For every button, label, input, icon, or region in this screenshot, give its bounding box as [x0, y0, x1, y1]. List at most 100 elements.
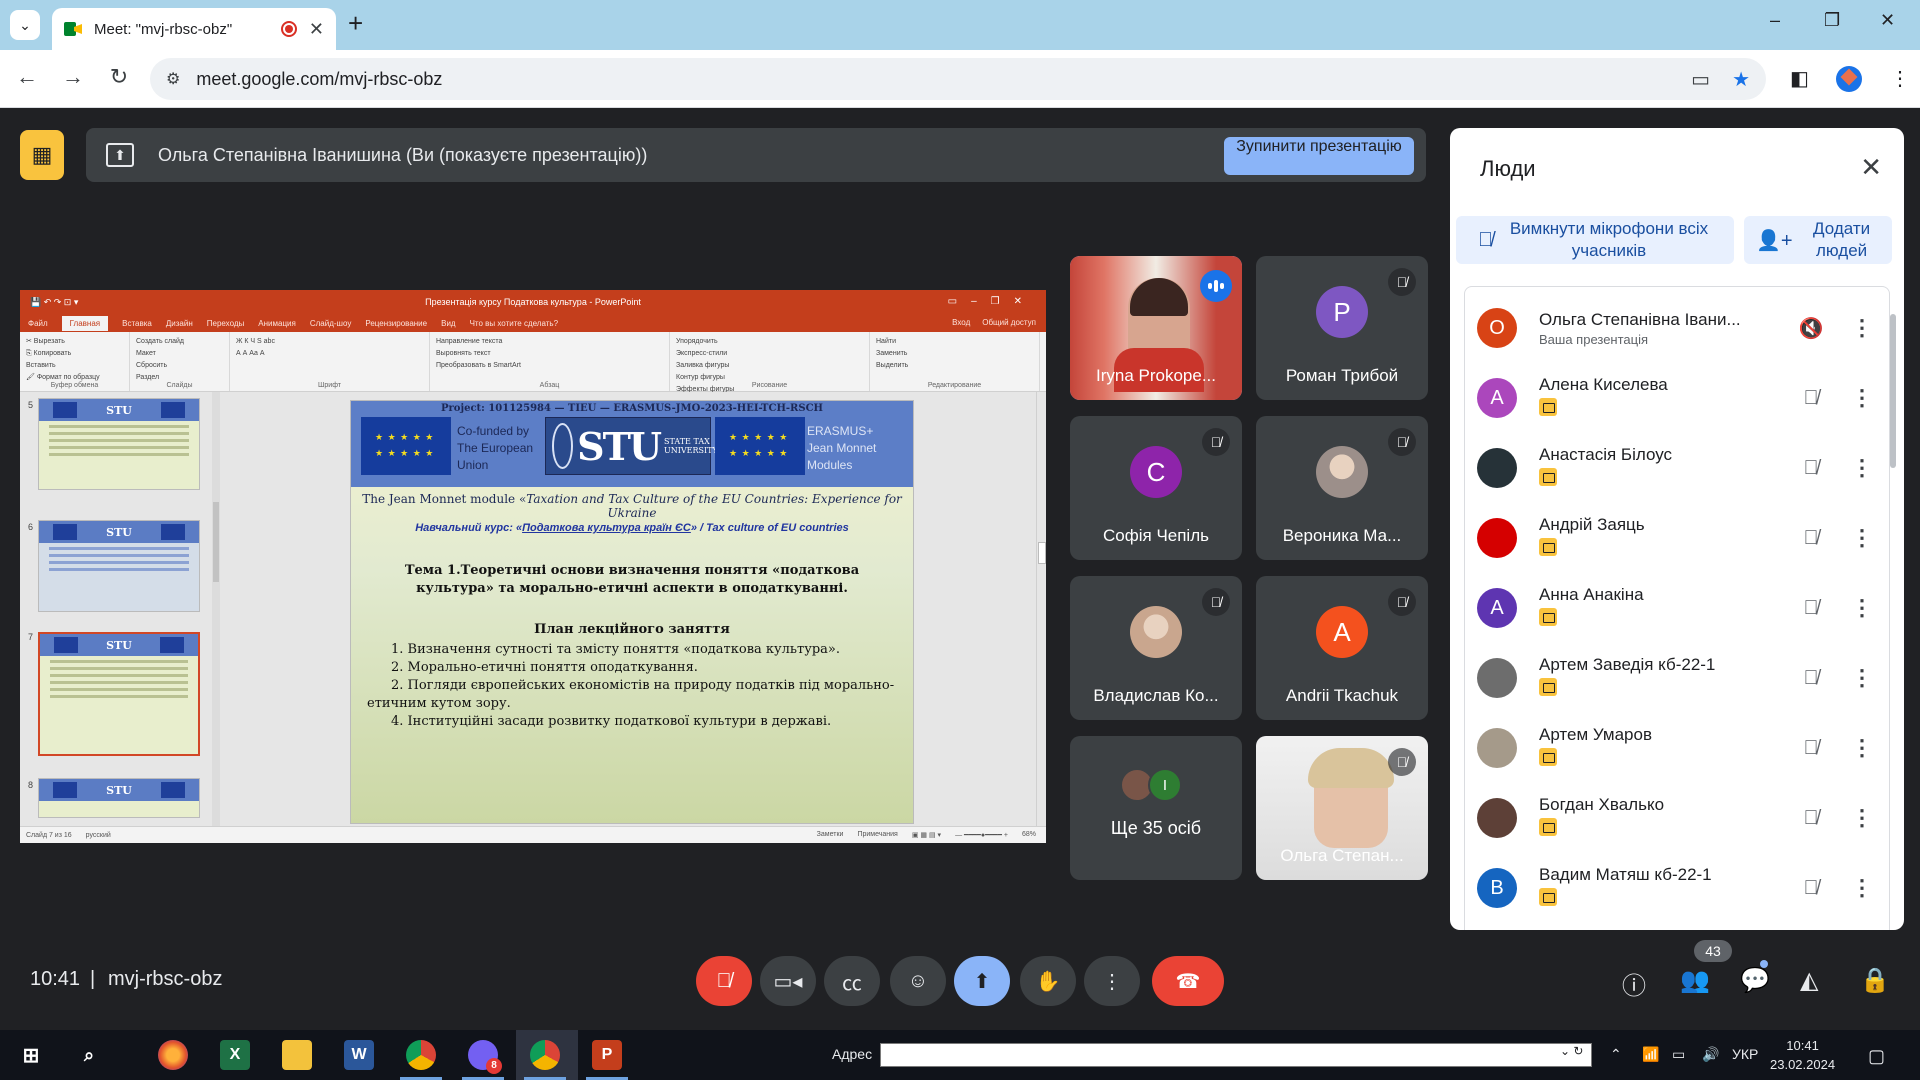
meeting-info-icon[interactable]: ⓘ	[1622, 966, 1646, 1001]
restore-button[interactable]: ❐	[1824, 10, 1840, 31]
minimize-button[interactable]: –	[1770, 10, 1780, 31]
battery-icon[interactable]: ▭	[1672, 1046, 1685, 1063]
activities-icon[interactable]: ◭	[1800, 966, 1818, 995]
taskbar-app-chrome-icon[interactable]	[406, 1040, 436, 1070]
volume-icon[interactable]: 🔊	[1702, 1046, 1719, 1063]
mic-off-icon[interactable]: 🎙̸	[1791, 807, 1831, 830]
mic-off-icon[interactable]: 🎙̸	[1791, 737, 1831, 760]
language-indicator[interactable]: УКР	[1732, 1046, 1758, 1062]
more-vert-icon[interactable]: ⋮	[1847, 455, 1877, 481]
taskbar-app-explorer-icon[interactable]	[282, 1040, 312, 1070]
participant-tile[interactable]: 🎙̸ Ольга Степан...	[1256, 736, 1428, 880]
camera-button[interactable]: ▭◂	[760, 956, 816, 1006]
participant-row[interactable]: А Анна Анакіна 🎙̸ ⋮	[1477, 573, 1877, 643]
taskbar-app-chrome-icon[interactable]	[530, 1040, 560, 1070]
profile-avatar[interactable]	[1836, 66, 1862, 92]
close-panel-icon[interactable]: ✕	[1860, 152, 1882, 183]
ppt-ribbon-group-label: Шрифт	[317, 382, 342, 389]
more-vert-icon[interactable]: ⋮	[1847, 595, 1877, 621]
taskbar-app-excel-icon[interactable]: X	[220, 1040, 250, 1070]
mic-off-icon[interactable]: 🎙̸	[1791, 877, 1831, 900]
mic-off-button[interactable]: 🎙̸	[696, 956, 752, 1006]
side-panel-icon[interactable]: ◧	[1790, 66, 1809, 91]
participant-row[interactable]: Артем Заведія кб-22-1 🎙̸ ⋮	[1477, 643, 1877, 713]
mic-off-icon[interactable]: 🎙̸	[1791, 457, 1831, 480]
close-window-button[interactable]: ✕	[1880, 10, 1895, 31]
course-title: Податкова культура країн ЄС	[522, 522, 691, 534]
reactions-button[interactable]: ☺	[890, 956, 946, 1006]
captions-button[interactable]: ㏄	[824, 956, 880, 1006]
taskbar-app-viber-icon[interactable]: 8	[468, 1040, 502, 1074]
taskbar-clock[interactable]: 10:41 23.02.2024	[1770, 1036, 1835, 1074]
participant-tile[interactable]: C 🎙̸ Софія Чепіль	[1070, 416, 1242, 560]
new-tab-button[interactable]: +	[348, 8, 363, 39]
reload-icon[interactable]: ↻	[104, 64, 134, 90]
speaker-muted-icon[interactable]: 🔇	[1791, 316, 1831, 341]
mic-off-icon[interactable]: 🎙̸	[1791, 387, 1831, 410]
ppt-ribbon-command: Направление текста	[436, 338, 503, 345]
people-scrollbar[interactable]	[1890, 314, 1896, 468]
browser-menu-icon[interactable]: ⋮	[1890, 66, 1910, 91]
participant-row[interactable]: А Алена Киселева 🎙̸ ⋮	[1477, 363, 1877, 433]
participant-tile[interactable]: Iryna Prokope...	[1070, 256, 1242, 400]
forward-arrow-icon[interactable]: →	[58, 64, 88, 90]
stu-letters: STU	[577, 423, 662, 469]
address-dropdown-icon[interactable]: ⌄ ↻	[1560, 1044, 1583, 1058]
ppt-tab: Главная	[61, 315, 109, 331]
chat-icon[interactable]: 💬	[1740, 966, 1770, 995]
present-screen-button[interactable]: ⬆	[954, 956, 1010, 1006]
browser-tab-meet[interactable]: Meet: "mvj-rbsc-obz" ✕	[52, 8, 336, 50]
people-icon[interactable]: 👥	[1680, 966, 1710, 995]
stop-presenting-button[interactable]: Зупинити презентацію	[1224, 137, 1414, 175]
participant-tile[interactable]: 🎙̸ Вероника Ма...	[1256, 416, 1428, 560]
host-controls-icon[interactable]: 🔒	[1860, 966, 1890, 995]
tab-close-icon[interactable]: ✕	[309, 19, 324, 40]
participant-row[interactable]: О Ольга Степанівна Івани... Ваша презентац…	[1477, 293, 1877, 363]
more-vert-icon[interactable]: ⋮	[1847, 665, 1877, 691]
notifications-icon[interactable]: ▢	[1868, 1046, 1885, 1067]
mic-off-icon[interactable]: 🎙̸	[1791, 597, 1831, 620]
tab-search-chevron-icon[interactable]: ⌄	[10, 10, 40, 40]
search-icon[interactable]: ⌕	[74, 1040, 104, 1070]
mute-all-button[interactable]: 🎙̸ Вимкнути мікрофони всіх учасників	[1456, 216, 1734, 264]
participant-row[interactable]: Богдан Хвалько 🎙̸ ⋮	[1477, 783, 1877, 853]
participant-tile[interactable]: 🎙̸ Владислав Ко...	[1070, 576, 1242, 720]
more-vert-icon[interactable]: ⋮	[1847, 525, 1877, 551]
mic-off-icon[interactable]: 🎙̸	[1791, 527, 1831, 550]
tray-chevron-icon[interactable]: ⌃	[1610, 1046, 1622, 1063]
url-text[interactable]: meet.google.com/mvj-rbsc-obz	[196, 69, 442, 90]
end-call-button[interactable]: ☎	[1152, 956, 1224, 1006]
more-options-button[interactable]: ⋮	[1084, 956, 1140, 1006]
taskbar-app-word-icon[interactable]: W	[344, 1040, 374, 1070]
add-people-button[interactable]: 👤+ Додати людей	[1744, 216, 1892, 264]
network-icon[interactable]: 📶	[1642, 1046, 1659, 1063]
meeting-code: mvj-rbsc-obz	[108, 968, 223, 990]
address-bar[interactable]: ⚙ meet.google.com/mvj-rbsc-obz ▭ ★	[150, 58, 1766, 100]
address-toolbar-input[interactable]	[880, 1043, 1592, 1067]
more-vert-icon[interactable]: ⋮	[1847, 805, 1877, 831]
windows-start-icon[interactable]: ⊞	[16, 1040, 46, 1070]
current-slide: Project: 101125984 — TIEU — ERASMUS-JMO-…	[350, 400, 914, 824]
bookmark-star-icon[interactable]: ★	[1732, 67, 1750, 92]
participant-row[interactable]: Анастасія Білоус 🎙̸ ⋮	[1477, 433, 1877, 503]
participant-tile[interactable]: I Ще 35 осіб	[1070, 736, 1242, 880]
more-vert-icon[interactable]: ⋮	[1847, 385, 1877, 411]
mic-off-icon[interactable]: 🎙̸	[1791, 667, 1831, 690]
more-vert-icon[interactable]: ⋮	[1847, 875, 1877, 901]
ppt-ribbon-group-label: Абзац	[539, 382, 560, 389]
participant-tile[interactable]: P 🎙̸ Роман Трибой	[1256, 256, 1428, 400]
participant-row[interactable]: Артем Умаров 🎙̸ ⋮	[1477, 713, 1877, 783]
site-settings-icon[interactable]: ⚙	[166, 69, 180, 89]
taskbar-app-powerpoint-icon[interactable]: P	[592, 1040, 622, 1070]
participant-tile[interactable]: A 🎙̸ Andrii Tkachuk	[1256, 576, 1428, 720]
back-arrow-icon[interactable]: ←	[12, 64, 42, 90]
slide-counter: Слайд 7 из 16	[26, 831, 72, 839]
participant-row[interactable]: В Вадим Матяш кб-22-1 🎙̸ ⋮	[1477, 853, 1877, 923]
plan-item: 1. Визначення сутності та змісту поняття…	[391, 642, 841, 657]
more-vert-icon[interactable]: ⋮	[1847, 735, 1877, 761]
participant-row[interactable]: Андрій Заяць 🎙̸ ⋮	[1477, 503, 1877, 573]
camera-in-use-icon[interactable]: ▭	[1691, 67, 1710, 92]
raise-hand-button[interactable]: ✋	[1020, 956, 1076, 1006]
more-vert-icon[interactable]: ⋮	[1847, 315, 1877, 341]
taskbar-app-firefox-icon[interactable]	[158, 1040, 188, 1070]
